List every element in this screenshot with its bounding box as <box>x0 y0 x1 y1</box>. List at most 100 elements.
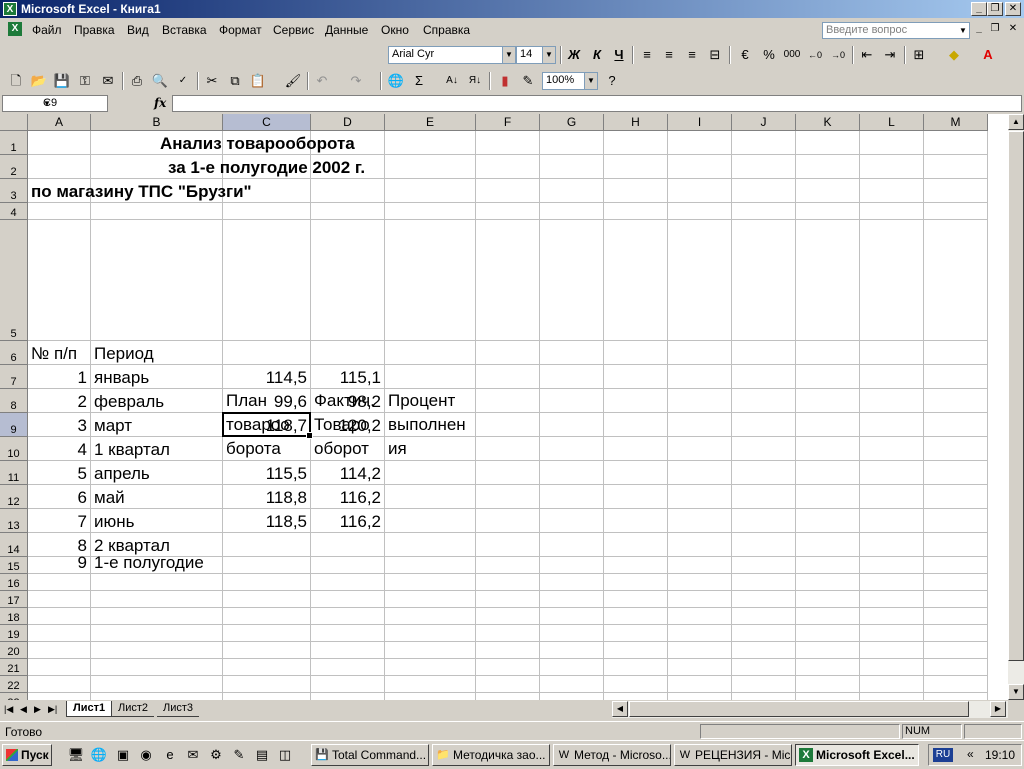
currency-icon[interactable]: € <box>735 45 755 65</box>
title-line-3[interactable]: по магазину ТПС "Брузги" <box>31 181 252 202</box>
align-left-icon[interactable]: ≡ <box>637 45 657 65</box>
row-number-cell[interactable]: 4 <box>28 439 87 460</box>
quicklaunch-icon[interactable]: 🖥 <box>67 746 85 764</box>
help-question-box[interactable]: Введите вопрос ▼ <box>822 22 970 39</box>
new-document-icon[interactable]: 🗋 <box>6 71 26 91</box>
column-header-l[interactable]: L <box>860 114 924 131</box>
fact-cell[interactable]: 120,2 <box>311 415 381 436</box>
quicklaunch-icon[interactable]: ◉ <box>137 746 155 764</box>
row-header-9[interactable]: 9 <box>0 413 28 437</box>
chart-wizard-icon[interactable]: ▮ <box>495 71 515 91</box>
permission-icon[interactable]: ⚿ <box>75 71 95 91</box>
name-box[interactable]: C9 ▼ <box>2 95 108 112</box>
row-header-22[interactable]: 22 <box>0 676 28 693</box>
column-header-e[interactable]: E <box>385 114 476 131</box>
task-excel[interactable]: X Microsoft Excel... <box>795 744 919 766</box>
chevron-down-icon[interactable]: ▼ <box>502 47 515 63</box>
task-word-review[interactable]: W РЕЦЕНЗИЯ - Mic... <box>674 744 792 766</box>
title-line-2[interactable]: за 1-е полугодие 2002 г. <box>168 157 365 178</box>
row-header-20[interactable]: 20 <box>0 642 28 659</box>
excel-app-icon[interactable]: X <box>3 2 17 16</box>
horizontal-scrollbar[interactable]: ◀ ▶ <box>612 701 1008 718</box>
workbook-icon[interactable]: X <box>8 22 22 36</box>
last-sheet-icon[interactable]: ▶| <box>48 704 57 715</box>
column-header-a[interactable]: A <box>28 114 91 131</box>
doc-minimize-button[interactable]: _ <box>971 23 987 37</box>
chevron-down-icon[interactable]: ▼ <box>957 23 969 38</box>
menu-file[interactable]: Файл <box>32 23 62 37</box>
scroll-left-icon[interactable]: ◀ <box>612 701 628 717</box>
row-header-11[interactable]: 11 <box>0 461 28 485</box>
underline-button[interactable]: Ч <box>609 45 629 65</box>
close-button[interactable]: ✕ <box>1005 2 1021 16</box>
row-number-cell[interactable]: 7 <box>28 511 87 532</box>
autosum-icon[interactable]: Σ <box>409 71 429 91</box>
select-all-corner[interactable] <box>0 114 28 131</box>
period-cell[interactable]: апрель <box>94 463 150 484</box>
header-period[interactable]: Период <box>94 343 154 364</box>
row-header-3[interactable]: 3 <box>0 179 28 203</box>
selected-cell-c9[interactable] <box>222 412 313 439</box>
row-header-17[interactable]: 17 <box>0 591 28 608</box>
row-header-8[interactable]: 8 <box>0 389 28 413</box>
align-center-icon[interactable]: ≡ <box>659 45 679 65</box>
vertical-scrollbar[interactable]: ▲ ▼ <box>1008 114 1024 700</box>
tab-sheet3[interactable]: Лист3 <box>157 701 200 717</box>
decrease-indent-icon[interactable]: ⇤ <box>857 45 877 65</box>
header-num[interactable]: № п/п <box>31 343 77 364</box>
row-number-cell[interactable]: 2 <box>28 391 87 412</box>
header-percent-line[interactable]: Процент <box>388 390 455 411</box>
save-icon[interactable]: 💾 <box>52 71 72 91</box>
period-cell[interactable]: 1 квартал <box>94 439 170 460</box>
copy-icon[interactable]: ⧉ <box>225 71 245 91</box>
plan-cell[interactable]: 118,8 <box>223 487 307 508</box>
restore-button[interactable]: ❐ <box>987 2 1003 16</box>
cut-icon[interactable]: ✂ <box>202 71 222 91</box>
horizontal-scroll-thumb[interactable] <box>629 701 969 717</box>
column-header-m[interactable]: M <box>924 114 988 131</box>
plan-cell[interactable]: 118,5 <box>223 511 307 532</box>
header-percent-line[interactable]: ия <box>388 438 407 459</box>
next-sheet-icon[interactable]: ▶ <box>34 704 41 715</box>
header-percent-line[interactable]: выполнен <box>388 414 466 435</box>
row-number-cell[interactable]: 3 <box>28 415 87 436</box>
start-button[interactable]: Пуск <box>2 744 52 766</box>
period-cell[interactable]: февраль <box>94 391 164 412</box>
font-name-combo[interactable]: Arial Cyr ▼ <box>388 46 516 64</box>
chevron-down-icon[interactable]: ▼ <box>542 47 555 63</box>
menu-edit[interactable]: Правка <box>74 23 115 37</box>
quicklaunch-icon[interactable]: 🌐 <box>90 746 108 764</box>
column-header-d[interactable]: D <box>311 114 385 131</box>
chevron-down-icon[interactable]: ▼ <box>43 96 105 111</box>
menu-format[interactable]: Формат <box>219 23 262 37</box>
column-header-k[interactable]: K <box>796 114 860 131</box>
row-header-21[interactable]: 21 <box>0 659 28 676</box>
sort-descending-icon[interactable]: Я↓ <box>465 71 485 91</box>
column-header-g[interactable]: G <box>540 114 604 131</box>
row-header-5[interactable]: 5 <box>0 220 28 341</box>
header-fact-line[interactable]: оборот <box>314 438 369 459</box>
formula-input[interactable] <box>172 95 1022 112</box>
merge-center-icon[interactable]: ⊟ <box>705 45 725 65</box>
spelling-icon[interactable]: ✓ <box>173 71 193 91</box>
column-header-h[interactable]: H <box>604 114 668 131</box>
row-header-2[interactable]: 2 <box>0 155 28 179</box>
quicklaunch-icon[interactable]: ✉ <box>184 746 202 764</box>
menu-insert[interactable]: Вставка <box>162 23 207 37</box>
row-header-12[interactable]: 12 <box>0 485 28 509</box>
fact-cell[interactable]: 98,2 <box>311 391 381 412</box>
plan-cell[interactable]: 99,6 <box>223 391 307 412</box>
column-header-j[interactable]: J <box>732 114 796 131</box>
row-number-cell[interactable]: 9 <box>28 552 87 573</box>
column-header-c[interactable]: C <box>223 114 311 131</box>
first-sheet-icon[interactable]: |◀ <box>4 704 13 715</box>
redo-icon[interactable]: ↷ <box>346 71 366 91</box>
increase-decimal-icon[interactable]: ←0 <box>805 45 825 65</box>
drawing-icon[interactable]: ✎ <box>518 71 538 91</box>
row-header-18[interactable]: 18 <box>0 608 28 625</box>
sort-ascending-icon[interactable]: A↓ <box>442 71 462 91</box>
borders-icon[interactable]: ⊞ <box>909 45 929 65</box>
bold-button[interactable]: Ж <box>564 45 584 65</box>
font-color-icon[interactable]: A <box>978 45 998 65</box>
print-preview-icon[interactable]: 🔍 <box>150 71 170 91</box>
